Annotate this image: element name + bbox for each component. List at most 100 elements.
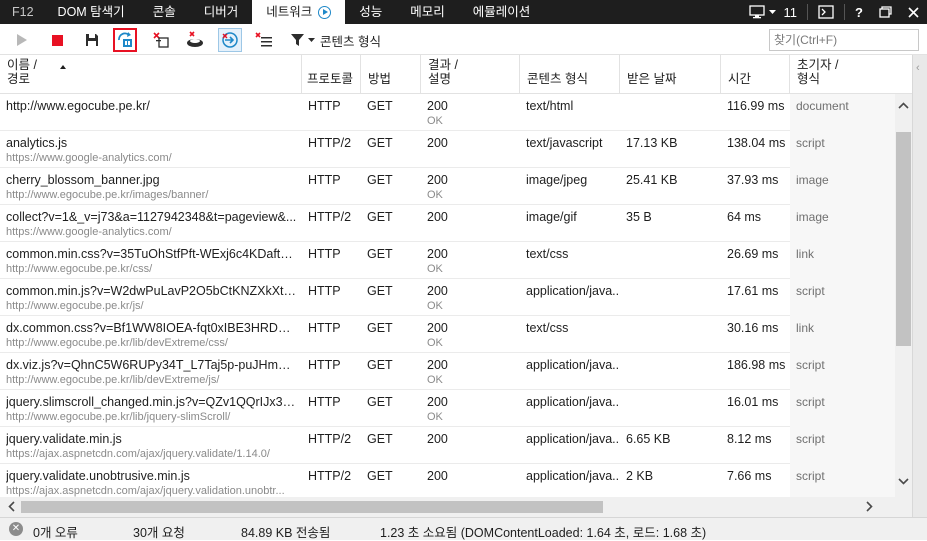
horizontal-scroll-thumb[interactable] — [21, 501, 603, 513]
cell-type-value: image/jpeg — [526, 173, 588, 187]
cell-received-value: 6.65 KB — [626, 432, 671, 446]
cell-type-value: application/java... — [526, 358, 620, 372]
cell-initiator: script — [790, 464, 895, 497]
go-to-detailed-view-icon[interactable] — [218, 28, 242, 52]
monitor-icon[interactable]: 11 — [741, 0, 806, 24]
vertical-scroll-thumb[interactable] — [896, 132, 911, 346]
network-toolbar: 콘텐츠 형식 — [0, 24, 927, 55]
cell-time: 138.04 ms — [721, 131, 790, 168]
cell-protocol-value: HTTP — [308, 173, 341, 187]
clear-entries-on-navigate-icon[interactable] — [149, 28, 173, 52]
cell-protocol-value: HTTP/2 — [308, 136, 352, 150]
clear-session-icon[interactable] — [252, 28, 276, 52]
cell-time-value: 64 ms — [727, 210, 762, 224]
cell-method: GET — [361, 316, 421, 353]
cell-method: GET — [361, 464, 421, 497]
cell-initiator-value: link — [796, 247, 815, 261]
cell-name-value: dx.viz.js?v=QhnC5W6RUPy34T_L7Taj5p-puJHm… — [6, 358, 298, 372]
cell-path-value: http://www.egocube.pe.kr/images/banner/ — [6, 189, 209, 201]
devtools-tab-bar: F12 DOM 탐색기 콘솔 디버거 네트워크 성능 메모리 에뮬레이션 11 … — [0, 0, 927, 24]
cell-protocol-value: HTTP — [308, 358, 341, 372]
column-header-initiator[interactable]: 초기자 / 형식 — [790, 55, 912, 94]
filter-icon[interactable] — [288, 28, 318, 52]
stop-profiling-icon[interactable] — [45, 28, 69, 52]
cell-status-description: OK — [427, 374, 443, 386]
vertical-scrollbar[interactable] — [895, 94, 912, 497]
table-row[interactable]: common.min.css?v=35TuOhStfPft-WExj6c4KDa… — [0, 242, 895, 279]
cell-time-value: 8.12 ms — [727, 432, 772, 446]
cell-name: common.min.css?v=35TuOhStfPft-WExj6c4KDa… — [0, 242, 302, 279]
tab-performance[interactable]: 성능 — [345, 0, 396, 24]
cell-status-value: 200 — [427, 358, 448, 372]
cell-method: GET — [361, 131, 421, 168]
table-row[interactable]: dx.common.css?v=Bf1WW8IOEA-fqt0xIBE3HRDS… — [0, 316, 895, 353]
column-header-result[interactable]: 결과 / 설명 — [421, 55, 520, 94]
cell-name-value: analytics.js — [6, 136, 68, 150]
cell-type: application/java... — [520, 279, 620, 316]
column-header-time[interactable]: 시간 — [721, 55, 790, 94]
tab-network-label: 네트워크 — [266, 5, 313, 19]
column-header-method[interactable]: 방법 — [361, 55, 421, 94]
table-row[interactable]: dx.viz.js?v=QhnC5W6RUPy34T_L7Taj5p-puJHm… — [0, 353, 895, 390]
column-header-received[interactable]: 받은 날짜 — [620, 55, 721, 94]
cell-method-value: GET — [367, 395, 393, 409]
cell-status-description: OK — [427, 411, 443, 423]
table-row[interactable]: collect?v=1&_v=j73&a=1127942348&t=pagevi… — [0, 205, 895, 242]
cell-initiator: document — [790, 94, 895, 131]
help-button[interactable]: ? — [847, 0, 871, 24]
column-header-protocol[interactable]: 프로토콜 — [302, 55, 361, 94]
column-header-name[interactable]: 이름 / 경로 — [0, 55, 302, 94]
tab-dom-explorer[interactable]: DOM 탐색기 — [44, 0, 139, 24]
cell-type-value: application/java... — [526, 284, 620, 298]
cell-status: 200 OK — [421, 390, 520, 427]
scroll-right-icon[interactable] — [866, 501, 873, 512]
scroll-left-icon[interactable] — [8, 501, 15, 512]
cell-initiator: script — [790, 131, 895, 168]
table-row[interactable]: jquery.validate.unobtrusive.min.js https:… — [0, 464, 895, 497]
close-icon[interactable] — [900, 0, 927, 24]
cell-status-value: 200 — [427, 284, 448, 298]
content-type-filter-label[interactable]: 콘텐츠 형식 — [320, 31, 381, 50]
cell-initiator-value: image — [796, 173, 829, 187]
clear-browser-cache-icon[interactable] — [183, 28, 207, 52]
separator — [844, 4, 846, 20]
cell-time-value: 138.04 ms — [727, 136, 786, 150]
column-header-received-label: 받은 날짜 — [627, 72, 677, 86]
scroll-up-icon[interactable] — [898, 102, 909, 109]
separator — [807, 4, 809, 20]
cell-method: GET — [361, 205, 421, 242]
column-header-content-type[interactable]: 콘텐츠 형식 — [520, 55, 620, 94]
table-row[interactable]: common.min.js?v=W2dwPuLavP2O5bCtKNZXkXtF… — [0, 279, 895, 316]
cell-received-value: 35 B — [626, 210, 652, 224]
cell-time-value: 186.98 ms — [727, 358, 786, 372]
cell-status: 200 OK — [421, 94, 520, 131]
cell-protocol-value: HTTP/2 — [308, 210, 352, 224]
cell-path-value: http://www.egocube.pe.kr/js/ — [6, 300, 144, 312]
search-input[interactable] — [769, 29, 919, 51]
tab-network[interactable]: 네트워크 — [252, 0, 346, 24]
tab-memory[interactable]: 메모리 — [396, 0, 459, 24]
cell-protocol: HTTP — [302, 168, 361, 205]
start-profiling-icon[interactable] — [10, 28, 34, 52]
table-row[interactable]: analytics.js https://www.google-analytics… — [0, 131, 895, 168]
table-row[interactable]: jquery.slimscroll_changed.min.js?v=QZv1Q… — [0, 390, 895, 427]
column-header-initiator-label: 초기자 / 형식 — [797, 58, 839, 86]
cell-protocol-value: HTTP — [308, 99, 341, 113]
details-pane-collapsed-strip[interactable]: ‹ — [912, 55, 927, 517]
tab-debugger[interactable]: 디버거 — [190, 0, 253, 24]
cell-received: 35 B — [620, 205, 721, 242]
table-row[interactable]: cherry_blossom_banner.jpg http://www.egoc… — [0, 168, 895, 205]
horizontal-scrollbar[interactable] — [0, 497, 912, 517]
cell-path-value: https://www.google-analytics.com/ — [6, 152, 172, 164]
console-prompt-icon[interactable] — [810, 0, 842, 24]
cell-initiator: script — [790, 279, 895, 316]
table-row[interactable]: http://www.egocube.pe.kr/HTTP GET 200 OK tex… — [0, 94, 895, 131]
restore-window-icon[interactable] — [871, 0, 900, 24]
tab-console[interactable]: 콘솔 — [139, 0, 190, 24]
export-har-icon[interactable] — [80, 28, 104, 52]
table-row[interactable]: jquery.validate.min.js https://ajax.aspne… — [0, 427, 895, 464]
always-refresh-from-server-icon[interactable] — [113, 28, 137, 52]
cell-received-value: 2 KB — [626, 469, 654, 483]
scroll-down-icon[interactable] — [898, 478, 909, 485]
tab-emulation[interactable]: 에뮬레이션 — [459, 0, 545, 24]
